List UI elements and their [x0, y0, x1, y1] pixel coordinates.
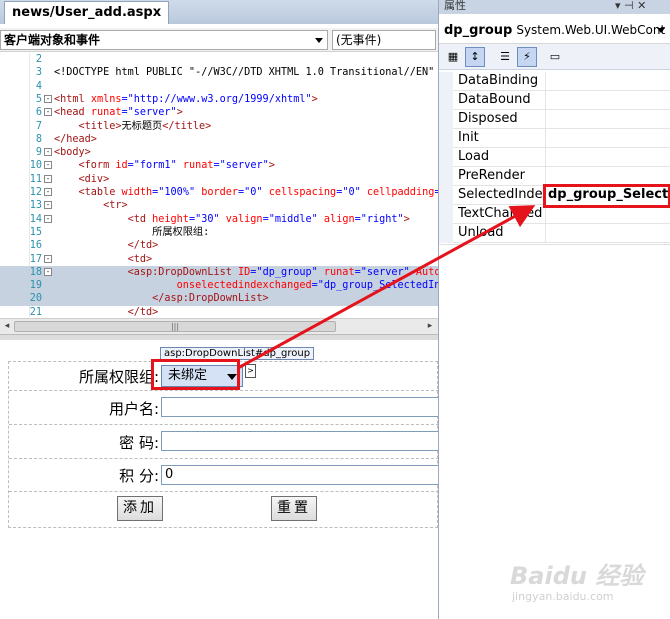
ide-window: news/User_add.aspx 客户端对象和事件 (无事件) 2 3 <!DO… [0, 0, 670, 619]
annotation-arrow [237, 205, 536, 370]
watermark-url: jingyan.baidu.com [512, 590, 614, 603]
watermark-logo: Baidu 经验 [510, 562, 644, 590]
